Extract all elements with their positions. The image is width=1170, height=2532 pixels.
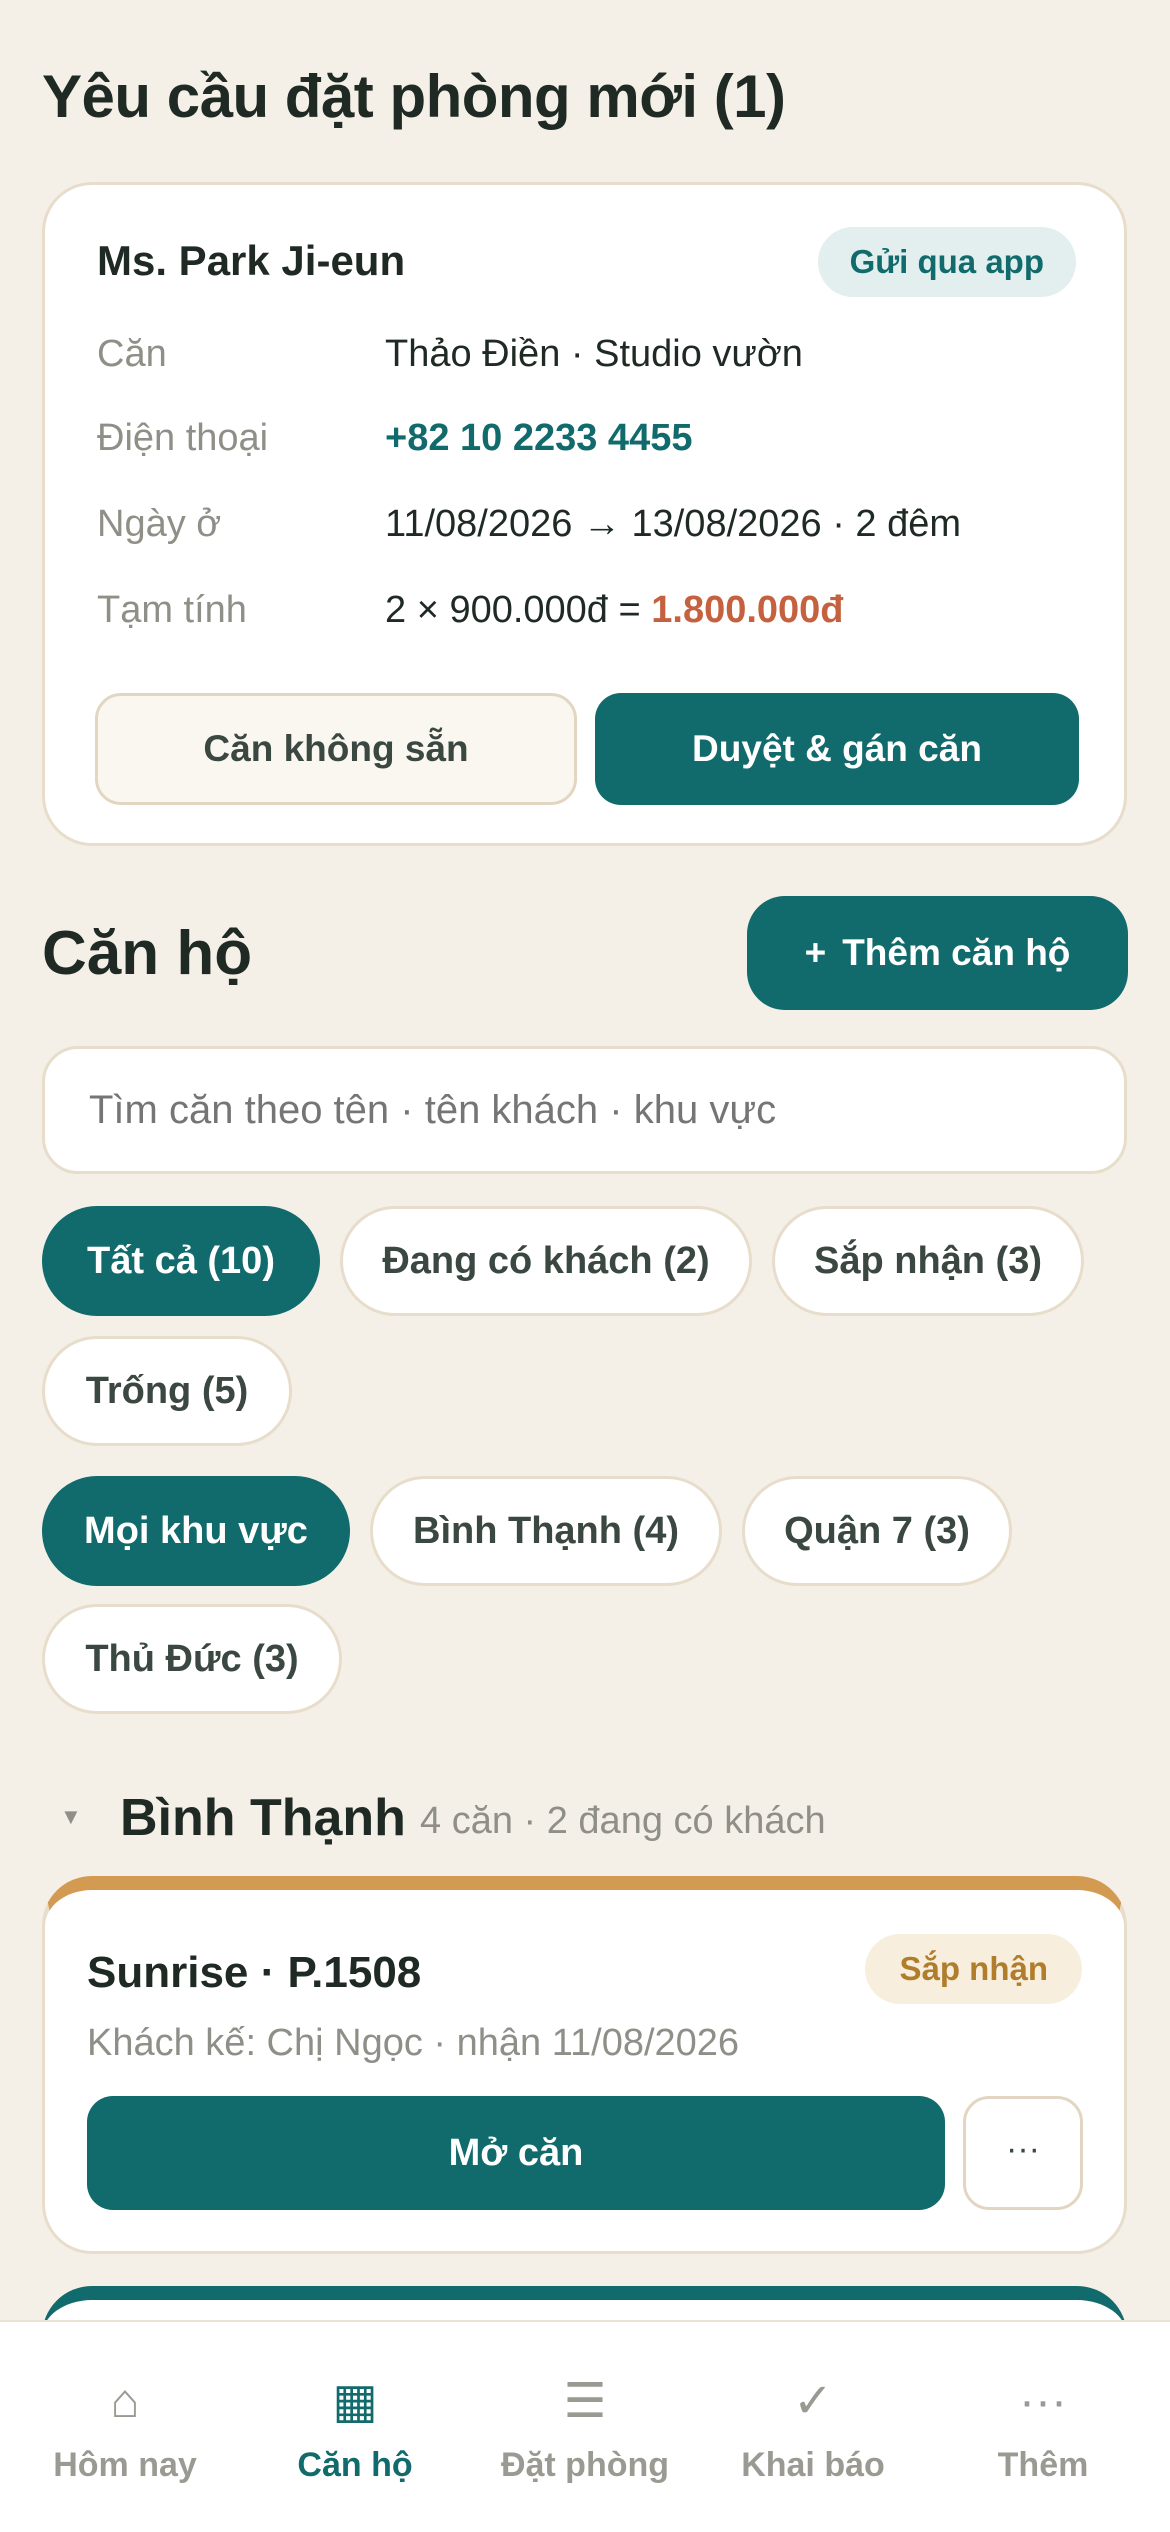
unit-unavailable-button[interactable]: Căn không sẵn [95,693,577,805]
row-label: Căn [97,333,167,375]
estimate-formula: 2 × 900.000đ = [385,589,652,631]
row-value: 11/08/2026 → 13/08/2026 · 2 đêm [385,503,962,545]
unit-card: Sunrise · P.1508 Sắp nhận Khách kế: Chị … [42,1876,1127,2254]
booking-request-card: Ms. Park Ji-eun Gửi qua app Căn Thảo Điề… [42,182,1127,846]
add-unit-button[interactable]: + Thêm căn hộ [747,896,1128,1010]
tab-more[interactable]: ··· Thêm [926,2322,1160,2532]
area-chip-thu-duc[interactable]: Thủ Đức (3) [42,1604,342,1714]
filter-chip-upcoming[interactable]: Sắp nhận (3) [772,1206,1084,1316]
tab-declarations[interactable]: ✓ Khai báo [696,2322,930,2532]
tab-label: Đặt phòng [500,2446,670,2484]
tab-today[interactable]: ⌂ Hôm nay [8,2322,242,2532]
phone-link[interactable]: +82 10 2233 4455 [385,417,692,460]
unit-name: Sunrise · P.1508 [87,1948,422,1997]
unit-next-guest: Khách kế: Chị Ngọc · nhận 11/08/2026 [87,2022,740,2064]
tab-label: Căn hộ [297,2446,413,2484]
tab-label: Hôm nay [53,2446,197,2484]
chevron-down-icon: ▼ [60,1804,82,1829]
more-icon: ··· [1019,2375,1067,2428]
grid-icon: ▦ [332,2375,378,2428]
row-label: Tạm tính [97,589,247,631]
filter-chip-all[interactable]: Tất cả (10) [42,1206,320,1316]
filter-chip-occupied[interactable]: Đang có khách (2) [340,1206,752,1316]
group-title: Bình Thạnh [120,1789,406,1847]
area-chip-binh-thanh[interactable]: Bình Thạnh (4) [370,1476,722,1586]
group-summary: 4 căn · 2 đang có khách [420,1800,826,1842]
tab-label: Thêm [997,2446,1089,2484]
tab-units[interactable]: ▦ Căn hộ [238,2322,472,2532]
filter-chip-vacant[interactable]: Trống (5) [42,1336,292,1446]
add-unit-label: Thêm căn hộ [842,932,1071,973]
row-value: Thảo Điền · Studio vườn [385,333,803,375]
status-badge: Sắp nhận [865,1934,1082,2004]
row-label: Điện thoại [97,417,269,459]
check-icon: ✓ [792,2375,834,2428]
plus-icon: + [804,932,827,973]
page-title: Yêu cầu đặt phòng mới (1) [42,63,786,130]
search-input[interactable] [42,1046,1127,1174]
more-options-button[interactable]: ··· [963,2096,1083,2210]
list-icon: ☰ [563,2375,607,2428]
bottom-tab-bar: ⌂ Hôm nay ▦ Căn hộ ☰ Đặt phòng ✓ Khai bá… [0,2320,1170,2532]
tab-bookings[interactable]: ☰ Đặt phòng [468,2322,702,2532]
open-unit-button[interactable]: Mở căn [87,2096,945,2210]
tab-label: Khai báo [741,2446,885,2484]
source-badge: Gửi qua app [817,227,1076,297]
guest-name: Ms. Park Ji-eun [97,237,406,284]
home-icon: ⌂ [110,2375,140,2428]
estimate-total: 1.800.000đ [651,589,844,631]
row-label: Ngày ở [97,503,222,545]
page: Yêu cầu đặt phòng mới (1) Ms. Park Ji-eu… [0,0,1170,2532]
approve-assign-button[interactable]: Duyệt & gán căn [595,693,1079,805]
area-chip-quan-7[interactable]: Quận 7 (3) [742,1476,1012,1586]
section-title: Căn hộ [42,919,253,988]
estimate-value: 2 × 900.000đ = 1.800.000đ [385,589,844,632]
area-chip-all[interactable]: Mọi khu vực [42,1476,350,1586]
